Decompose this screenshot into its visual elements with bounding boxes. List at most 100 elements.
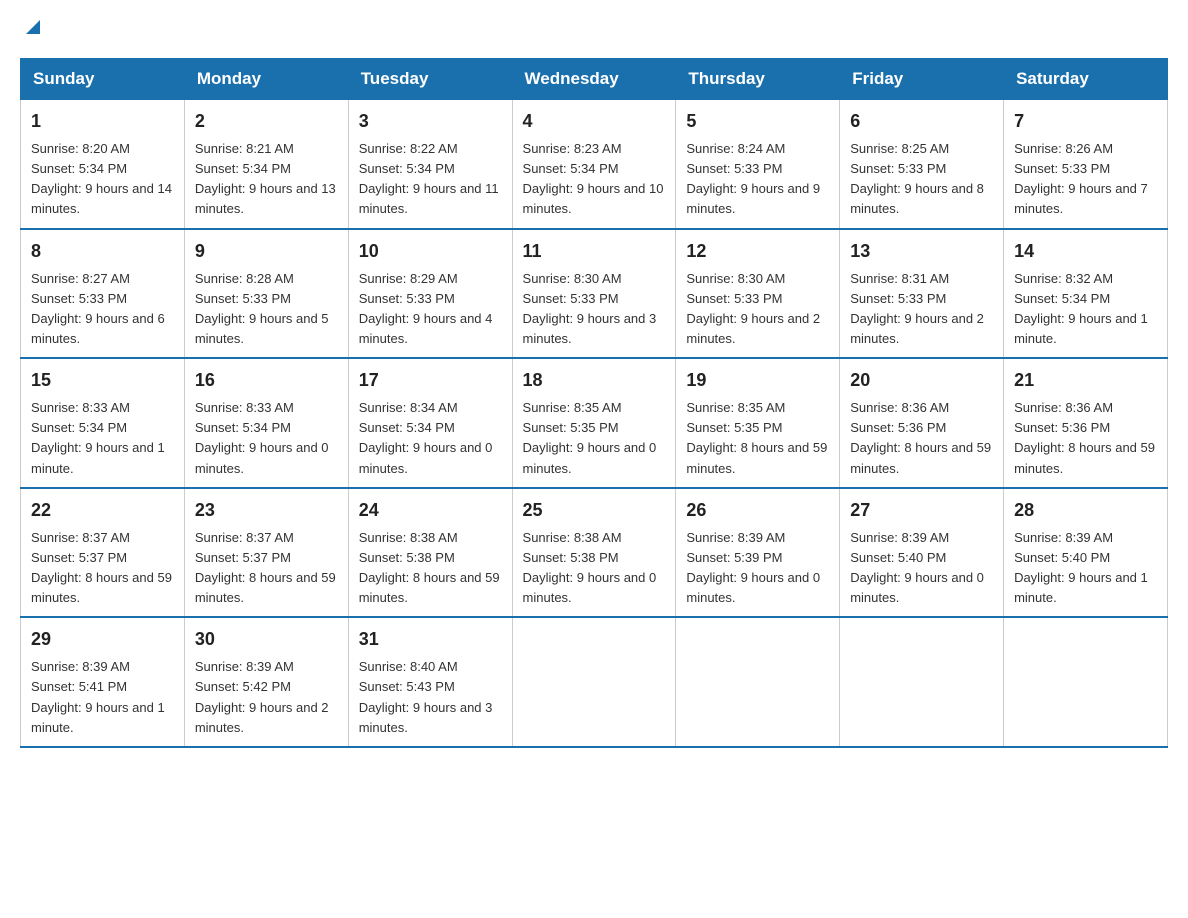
calendar-cell: 2 Sunrise: 8:21 AMSunset: 5:34 PMDayligh…	[184, 100, 348, 229]
calendar-cell: 25 Sunrise: 8:38 AMSunset: 5:38 PMDaylig…	[512, 488, 676, 618]
day-number: 8	[31, 238, 174, 265]
day-number: 18	[523, 367, 666, 394]
calendar-cell: 12 Sunrise: 8:30 AMSunset: 5:33 PMDaylig…	[676, 229, 840, 359]
day-number: 17	[359, 367, 502, 394]
day-info: Sunrise: 8:35 AMSunset: 5:35 PMDaylight:…	[523, 398, 666, 479]
column-header-sunday: Sunday	[21, 59, 185, 100]
column-header-monday: Monday	[184, 59, 348, 100]
column-header-saturday: Saturday	[1004, 59, 1168, 100]
day-number: 28	[1014, 497, 1157, 524]
day-number: 9	[195, 238, 338, 265]
day-info: Sunrise: 8:29 AMSunset: 5:33 PMDaylight:…	[359, 269, 502, 350]
day-info: Sunrise: 8:39 AMSunset: 5:42 PMDaylight:…	[195, 657, 338, 738]
day-info: Sunrise: 8:36 AMSunset: 5:36 PMDaylight:…	[1014, 398, 1157, 479]
day-info: Sunrise: 8:39 AMSunset: 5:40 PMDaylight:…	[850, 528, 993, 609]
calendar-cell: 24 Sunrise: 8:38 AMSunset: 5:38 PMDaylig…	[348, 488, 512, 618]
calendar-cell: 15 Sunrise: 8:33 AMSunset: 5:34 PMDaylig…	[21, 358, 185, 488]
day-info: Sunrise: 8:34 AMSunset: 5:34 PMDaylight:…	[359, 398, 502, 479]
day-info: Sunrise: 8:28 AMSunset: 5:33 PMDaylight:…	[195, 269, 338, 350]
calendar-week-2: 8 Sunrise: 8:27 AMSunset: 5:33 PMDayligh…	[21, 229, 1168, 359]
calendar-cell: 7 Sunrise: 8:26 AMSunset: 5:33 PMDayligh…	[1004, 100, 1168, 229]
day-info: Sunrise: 8:33 AMSunset: 5:34 PMDaylight:…	[195, 398, 338, 479]
day-info: Sunrise: 8:30 AMSunset: 5:33 PMDaylight:…	[523, 269, 666, 350]
day-number: 29	[31, 626, 174, 653]
calendar-cell: 13 Sunrise: 8:31 AMSunset: 5:33 PMDaylig…	[840, 229, 1004, 359]
day-number: 5	[686, 108, 829, 135]
calendar-cell: 6 Sunrise: 8:25 AMSunset: 5:33 PMDayligh…	[840, 100, 1004, 229]
day-number: 23	[195, 497, 338, 524]
day-info: Sunrise: 8:37 AMSunset: 5:37 PMDaylight:…	[31, 528, 174, 609]
day-number: 21	[1014, 367, 1157, 394]
column-header-wednesday: Wednesday	[512, 59, 676, 100]
page-header	[20, 20, 1168, 38]
day-info: Sunrise: 8:20 AMSunset: 5:34 PMDaylight:…	[31, 139, 174, 220]
day-number: 3	[359, 108, 502, 135]
day-info: Sunrise: 8:25 AMSunset: 5:33 PMDaylight:…	[850, 139, 993, 220]
day-info: Sunrise: 8:35 AMSunset: 5:35 PMDaylight:…	[686, 398, 829, 479]
day-info: Sunrise: 8:22 AMSunset: 5:34 PMDaylight:…	[359, 139, 502, 220]
column-header-friday: Friday	[840, 59, 1004, 100]
day-info: Sunrise: 8:37 AMSunset: 5:37 PMDaylight:…	[195, 528, 338, 609]
calendar-cell: 23 Sunrise: 8:37 AMSunset: 5:37 PMDaylig…	[184, 488, 348, 618]
day-number: 24	[359, 497, 502, 524]
day-number: 4	[523, 108, 666, 135]
day-info: Sunrise: 8:23 AMSunset: 5:34 PMDaylight:…	[523, 139, 666, 220]
day-number: 19	[686, 367, 829, 394]
calendar-cell: 20 Sunrise: 8:36 AMSunset: 5:36 PMDaylig…	[840, 358, 1004, 488]
calendar-cell: 14 Sunrise: 8:32 AMSunset: 5:34 PMDaylig…	[1004, 229, 1168, 359]
day-info: Sunrise: 8:36 AMSunset: 5:36 PMDaylight:…	[850, 398, 993, 479]
day-info: Sunrise: 8:33 AMSunset: 5:34 PMDaylight:…	[31, 398, 174, 479]
day-info: Sunrise: 8:21 AMSunset: 5:34 PMDaylight:…	[195, 139, 338, 220]
calendar-cell: 1 Sunrise: 8:20 AMSunset: 5:34 PMDayligh…	[21, 100, 185, 229]
calendar-cell	[676, 617, 840, 747]
day-info: Sunrise: 8:31 AMSunset: 5:33 PMDaylight:…	[850, 269, 993, 350]
day-number: 16	[195, 367, 338, 394]
calendar-cell: 31 Sunrise: 8:40 AMSunset: 5:43 PMDaylig…	[348, 617, 512, 747]
day-info: Sunrise: 8:26 AMSunset: 5:33 PMDaylight:…	[1014, 139, 1157, 220]
calendar-cell: 16 Sunrise: 8:33 AMSunset: 5:34 PMDaylig…	[184, 358, 348, 488]
day-number: 11	[523, 238, 666, 265]
day-number: 30	[195, 626, 338, 653]
day-number: 25	[523, 497, 666, 524]
calendar-cell: 27 Sunrise: 8:39 AMSunset: 5:40 PMDaylig…	[840, 488, 1004, 618]
column-header-tuesday: Tuesday	[348, 59, 512, 100]
day-number: 6	[850, 108, 993, 135]
day-info: Sunrise: 8:39 AMSunset: 5:39 PMDaylight:…	[686, 528, 829, 609]
day-number: 2	[195, 108, 338, 135]
day-number: 10	[359, 238, 502, 265]
calendar-cell: 5 Sunrise: 8:24 AMSunset: 5:33 PMDayligh…	[676, 100, 840, 229]
calendar-cell	[1004, 617, 1168, 747]
day-info: Sunrise: 8:40 AMSunset: 5:43 PMDaylight:…	[359, 657, 502, 738]
calendar-cell: 11 Sunrise: 8:30 AMSunset: 5:33 PMDaylig…	[512, 229, 676, 359]
day-number: 15	[31, 367, 174, 394]
day-number: 14	[1014, 238, 1157, 265]
day-info: Sunrise: 8:38 AMSunset: 5:38 PMDaylight:…	[523, 528, 666, 609]
calendar-cell: 3 Sunrise: 8:22 AMSunset: 5:34 PMDayligh…	[348, 100, 512, 229]
day-number: 20	[850, 367, 993, 394]
calendar-table: SundayMondayTuesdayWednesdayThursdayFrid…	[20, 58, 1168, 748]
day-number: 1	[31, 108, 174, 135]
day-info: Sunrise: 8:24 AMSunset: 5:33 PMDaylight:…	[686, 139, 829, 220]
day-info: Sunrise: 8:39 AMSunset: 5:41 PMDaylight:…	[31, 657, 174, 738]
calendar-cell: 17 Sunrise: 8:34 AMSunset: 5:34 PMDaylig…	[348, 358, 512, 488]
calendar-cell: 28 Sunrise: 8:39 AMSunset: 5:40 PMDaylig…	[1004, 488, 1168, 618]
calendar-week-5: 29 Sunrise: 8:39 AMSunset: 5:41 PMDaylig…	[21, 617, 1168, 747]
day-number: 13	[850, 238, 993, 265]
logo	[20, 20, 44, 38]
day-number: 7	[1014, 108, 1157, 135]
day-info: Sunrise: 8:30 AMSunset: 5:33 PMDaylight:…	[686, 269, 829, 350]
calendar-cell	[840, 617, 1004, 747]
day-number: 31	[359, 626, 502, 653]
day-number: 26	[686, 497, 829, 524]
calendar-cell: 9 Sunrise: 8:28 AMSunset: 5:33 PMDayligh…	[184, 229, 348, 359]
calendar-cell: 18 Sunrise: 8:35 AMSunset: 5:35 PMDaylig…	[512, 358, 676, 488]
calendar-week-4: 22 Sunrise: 8:37 AMSunset: 5:37 PMDaylig…	[21, 488, 1168, 618]
calendar-cell: 19 Sunrise: 8:35 AMSunset: 5:35 PMDaylig…	[676, 358, 840, 488]
day-info: Sunrise: 8:27 AMSunset: 5:33 PMDaylight:…	[31, 269, 174, 350]
day-info: Sunrise: 8:32 AMSunset: 5:34 PMDaylight:…	[1014, 269, 1157, 350]
day-number: 27	[850, 497, 993, 524]
calendar-cell: 21 Sunrise: 8:36 AMSunset: 5:36 PMDaylig…	[1004, 358, 1168, 488]
calendar-week-3: 15 Sunrise: 8:33 AMSunset: 5:34 PMDaylig…	[21, 358, 1168, 488]
calendar-cell: 30 Sunrise: 8:39 AMSunset: 5:42 PMDaylig…	[184, 617, 348, 747]
calendar-week-1: 1 Sunrise: 8:20 AMSunset: 5:34 PMDayligh…	[21, 100, 1168, 229]
